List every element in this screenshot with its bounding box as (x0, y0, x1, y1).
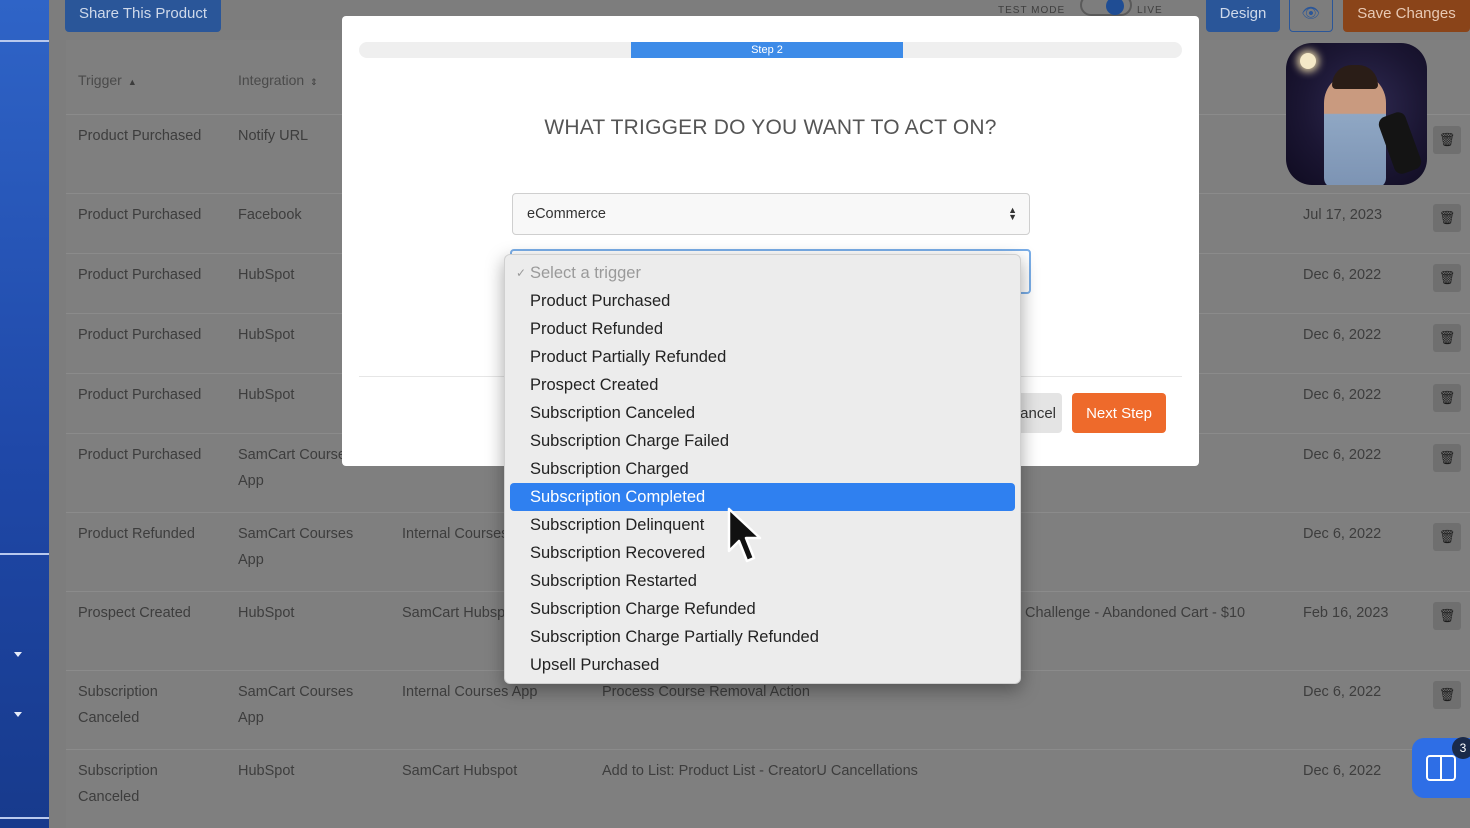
ring-light (1300, 53, 1316, 69)
cell-date: Dec 6, 2022 (1303, 684, 1382, 700)
trash-icon[interactable]: 🗑 (1433, 602, 1461, 630)
column-header-integration[interactable]: Integration ⇕ (238, 72, 318, 88)
presenter-hair (1332, 65, 1378, 89)
dropdown-option[interactable]: Prospect Created (505, 371, 1020, 399)
sidebar-divider (0, 817, 49, 819)
save-changes-button[interactable]: Save Changes (1343, 0, 1470, 32)
trash-icon[interactable]: 🗑 (1433, 523, 1461, 551)
dropdown-placeholder: ✓ Select a trigger (505, 259, 1020, 287)
cell-trigger: Prospect Created (78, 605, 191, 621)
cell-trigger: Product Purchased (78, 327, 202, 343)
cell-date: Dec 6, 2022 (1303, 267, 1382, 283)
category-select-value: eCommerce (527, 206, 606, 222)
column-header-trigger[interactable]: Trigger ▲ (78, 72, 137, 88)
share-product-button[interactable]: Share This Product (65, 0, 221, 32)
cell-action: Add to List: Product List - CreatorU Can… (602, 763, 918, 779)
eye-icon: 👁 (1301, 5, 1321, 22)
dropdown-option[interactable]: Subscription Charge Refunded (505, 595, 1020, 623)
modal-title: WHAT TRIGGER DO YOU WANT TO ACT ON? (544, 116, 997, 139)
cell-date: Dec 6, 2022 (1303, 763, 1382, 779)
next-step-button[interactable]: Next Step (1072, 393, 1166, 433)
step-progress-bar: Step 2 (631, 42, 903, 58)
cell-app: SamCart Hubspot (402, 763, 518, 779)
cell-date: Dec 6, 2022 (1303, 387, 1382, 403)
design-button[interactable]: Design (1206, 0, 1280, 32)
cell-trigger: Subscription Canceled (78, 684, 158, 726)
dropdown-option[interactable]: Subscription Charge Partially Refunded (505, 623, 1020, 651)
cell-integration: HubSpot (238, 763, 295, 779)
presenter (1324, 73, 1386, 185)
dropdown-option[interactable]: Product Refunded (505, 315, 1020, 343)
chevron-down-icon[interactable] (14, 712, 22, 717)
dropdown-option[interactable]: Product Partially Refunded (505, 343, 1020, 371)
trash-icon[interactable]: 🗑 (1433, 384, 1461, 412)
test-mode-toggle[interactable] (1080, 0, 1132, 16)
cell-trigger: Product Purchased (78, 267, 202, 283)
cell-trigger: Product Purchased (78, 128, 202, 144)
table-row: Subscription Canceled HubSpot SamCart Hu… (66, 749, 1470, 828)
checkmark-icon: ✓ (516, 266, 527, 280)
sidebar-divider (0, 40, 49, 42)
trigger-dropdown-list: ✓ Select a trigger Product Purchased Pro… (504, 254, 1021, 684)
sort-icon: ⇕ (310, 77, 318, 87)
dropdown-option[interactable]: Subscription Charge Failed (505, 427, 1020, 455)
cell-date: Dec 6, 2022 (1303, 447, 1382, 463)
notification-badge: 3 (1452, 737, 1470, 759)
webcam-overlay (1286, 43, 1427, 185)
trash-icon[interactable]: 🗑 (1433, 324, 1461, 352)
chevron-down-icon[interactable] (14, 652, 22, 657)
cell-integration: HubSpot (238, 605, 295, 621)
dropdown-option[interactable]: Subscription Canceled (505, 399, 1020, 427)
cell-trigger: Product Purchased (78, 447, 202, 463)
dropdown-option[interactable]: Product Purchased (505, 287, 1020, 315)
trash-icon[interactable]: 🗑 (1433, 681, 1461, 709)
cell-trigger: Product Purchased (78, 207, 202, 223)
cell-action: Challenge - Abandoned Cart - $10 (1025, 605, 1246, 621)
dropdown-option[interactable]: Subscription Charged (505, 455, 1020, 483)
cell-integration: SamCart Courses App (238, 526, 354, 568)
sort-up-icon: ▲ (127, 77, 137, 87)
cell-date: Feb 16, 2023 (1303, 605, 1389, 621)
cell-date: Dec 6, 2022 (1303, 327, 1382, 343)
select-arrows-icon: ▲ ▼ (1008, 205, 1017, 222)
live-label: LIVE (1137, 5, 1163, 16)
cell-date: Jul 17, 2023 (1303, 207, 1383, 223)
trash-icon[interactable]: 🗑 (1433, 264, 1461, 292)
cell-date: Dec 6, 2022 (1303, 526, 1382, 542)
cell-trigger: Product Refunded (78, 526, 195, 542)
preview-button[interactable]: 👁 (1289, 0, 1333, 32)
dropdown-option[interactable]: Upsell Purchased (505, 651, 1020, 679)
cell-trigger: Subscription Canceled (78, 763, 158, 805)
left-sidebar (0, 0, 49, 828)
trash-icon[interactable]: 🗑 (1433, 444, 1461, 472)
sidebar-divider (0, 553, 49, 555)
dropdown-option[interactable]: Subscription Restarted (505, 567, 1020, 595)
cell-trigger: Product Purchased (78, 387, 202, 403)
trash-icon[interactable]: 🗑 (1433, 204, 1461, 232)
mouse-cursor-icon (727, 507, 762, 563)
trash-icon[interactable]: 🗑 (1433, 126, 1461, 154)
cell-integration: SamCart Courses App (238, 684, 354, 726)
category-select[interactable]: eCommerce ▲ ▼ (512, 193, 1030, 235)
book-open-icon (1426, 755, 1456, 781)
test-mode-label: TEST MODE (998, 5, 1066, 16)
